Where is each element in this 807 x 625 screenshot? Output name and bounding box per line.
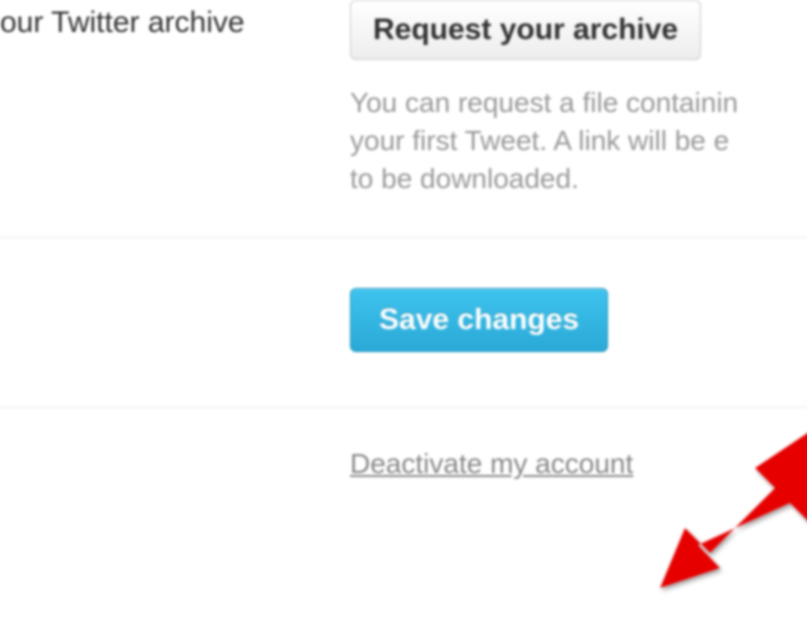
save-section: Save changes: [0, 238, 807, 408]
archive-help-line3: to be downloaded.: [350, 160, 807, 198]
deactivate-content-col: Deactivate my account: [350, 448, 807, 480]
archive-help-line1: You can request a file containin: [350, 84, 807, 122]
save-changes-button[interactable]: Save changes: [350, 288, 608, 352]
archive-section: our Twitter archive Request your archive…: [0, 0, 807, 238]
request-archive-button[interactable]: Request your archive: [350, 0, 701, 60]
archive-help-line2: your first Tweet. A link will be e: [350, 122, 807, 160]
archive-help-text: You can request a file containin your fi…: [350, 84, 807, 197]
save-label-col: [0, 288, 350, 352]
archive-content-col: Request your archive You can request a f…: [350, 0, 807, 197]
deactivate-section: Deactivate my account: [0, 408, 807, 490]
archive-label: our Twitter archive: [0, 6, 245, 39]
deactivate-account-link[interactable]: Deactivate my account: [350, 448, 633, 479]
save-content-col: Save changes: [350, 288, 807, 352]
deactivate-label-col: [0, 448, 350, 480]
archive-label-col: our Twitter archive: [0, 0, 350, 197]
